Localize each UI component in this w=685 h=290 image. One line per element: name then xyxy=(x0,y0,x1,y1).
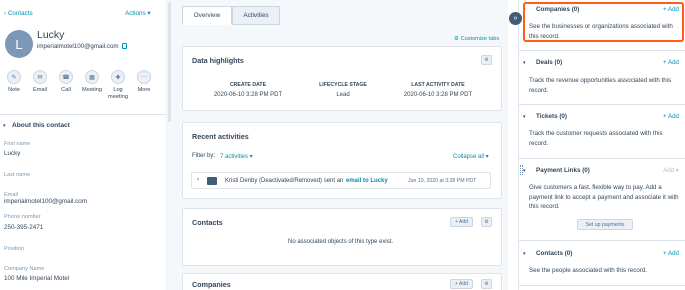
phone-field[interactable]: 250-395-2471 xyxy=(4,224,43,231)
tab-activities[interactable]: Activities xyxy=(232,6,280,25)
chevron-down-icon[interactable]: ▾ xyxy=(523,168,526,174)
filter-activities-dropdown[interactable]: 7 activities ▾ xyxy=(220,153,253,160)
data-highlights-card: Data highlights ⚙ CREATE DATE 2020-06-10… xyxy=(182,46,502,111)
lifecycle-stage-value[interactable]: Lead xyxy=(298,92,388,98)
card-title: Data highlights xyxy=(192,56,244,65)
tab-overview[interactable]: Overview xyxy=(182,6,232,25)
main-content: Overview Activities ⚙ Customize tabs Dat… xyxy=(172,0,508,290)
avatar-initial: L xyxy=(15,36,23,52)
back-to-contacts-link[interactable]: ‹ Contacts xyxy=(4,10,33,17)
gear-icon[interactable]: ⚙ xyxy=(481,217,492,227)
activity-email-link[interactable]: email to Lucky xyxy=(346,178,388,184)
quick-action-label: Log meeting xyxy=(108,87,128,100)
highlight-value: 2020-06-10 3:28 PM PDT xyxy=(403,92,473,98)
quick-action-label: More xyxy=(137,87,151,93)
more-icon: ··· xyxy=(137,70,151,84)
quick-action-label: Call xyxy=(61,87,71,93)
divider xyxy=(0,114,166,115)
field-label: Last name xyxy=(4,172,31,178)
actions-dropdown[interactable]: Actions ▾ xyxy=(125,10,151,17)
tab-label: Activities xyxy=(243,12,269,19)
quick-action-more[interactable]: ··· More xyxy=(131,70,157,94)
highlight-label: CREATE DATE xyxy=(229,82,267,88)
add-company-button[interactable]: + Add xyxy=(450,279,473,289)
email-field[interactable]: imperialmotel100@gmail.com xyxy=(4,198,87,205)
expand-sidebar-icon[interactable]: » xyxy=(509,12,522,25)
highlight-value: 2020-06-10 3:28 PM PDT xyxy=(213,92,283,98)
highlight-annotation xyxy=(523,2,684,42)
highlight-label: LAST ACTIVITY DATE xyxy=(411,82,465,88)
activity-description: Kristi Denby (Deactivated/Removed) sent … xyxy=(225,178,344,184)
add-contact-link[interactable]: + Add xyxy=(663,250,679,257)
log-icon: ✚ xyxy=(111,70,125,84)
customize-tabs-link[interactable]: ⚙ Customize tabs xyxy=(454,36,499,42)
section-description: See the people associated with this reco… xyxy=(529,267,647,274)
quick-action-label: Meeting xyxy=(82,87,102,93)
tickets-section-title[interactable]: Tickets (0) xyxy=(536,113,567,120)
contacts-card: Contacts + Add ⚙ No associated objects o… xyxy=(182,208,502,266)
tab-label: Overview xyxy=(193,12,221,19)
first-name-field[interactable]: Lucky xyxy=(4,150,20,157)
field-label: Position xyxy=(4,246,24,252)
divider xyxy=(519,285,685,286)
collapse-all-button[interactable]: Collapse all ▾ xyxy=(453,153,489,160)
activity-item[interactable]: › Kristi Denby (Deactivated/Removed) sen… xyxy=(191,172,491,189)
contact-sidebar: ‹ Contacts Actions ▾ L Lucky imperialmot… xyxy=(0,0,166,290)
add-payment-link-dropdown[interactable]: Add ▾ xyxy=(663,167,679,174)
avatar[interactable]: L xyxy=(5,30,33,58)
drag-handle-icon[interactable] xyxy=(520,165,523,175)
empty-state-text: No associated objects of this type exist… xyxy=(288,239,394,245)
card-title: Contacts xyxy=(192,218,223,227)
quick-action-label: Note xyxy=(8,87,20,93)
companies-card: Companies + Add ⚙ xyxy=(182,273,502,290)
chevron-right-icon[interactable]: › xyxy=(197,177,199,183)
chevron-down-icon[interactable]: ▾ xyxy=(523,60,526,66)
divider xyxy=(519,50,685,51)
filter-label: Filter by: xyxy=(192,153,216,159)
chevron-down-icon[interactable]: ▾ xyxy=(523,251,526,257)
chevron-down-icon[interactable]: ▾ xyxy=(523,114,526,120)
field-label: Phone number xyxy=(4,214,41,220)
calendar-icon: ▦ xyxy=(85,70,99,84)
card-title: Recent activities xyxy=(192,132,249,141)
add-ticket-link[interactable]: + Add xyxy=(663,113,679,120)
gear-icon[interactable]: ⚙ xyxy=(481,279,492,289)
set-up-payments-button[interactable]: Set up payments xyxy=(577,219,633,230)
quick-action-email[interactable]: ✉ Email xyxy=(27,70,53,94)
quick-action-note[interactable]: ✎ Note xyxy=(1,70,27,94)
note-icon: ✎ xyxy=(7,70,21,84)
email-icon xyxy=(207,177,217,185)
divider xyxy=(519,240,685,241)
about-section-title[interactable]: About this contact xyxy=(12,122,70,129)
card-title: Companies xyxy=(192,280,231,289)
quick-action-log-meeting[interactable]: ✚ Log meeting xyxy=(105,70,131,101)
chevron-down-icon[interactable]: ▾ xyxy=(3,123,6,129)
deals-section-title[interactable]: Deals (0) xyxy=(536,59,562,66)
add-deal-link[interactable]: + Add xyxy=(663,59,679,66)
email-icon: ✉ xyxy=(33,70,47,84)
contact-email: imperialmotel100@gmail.com xyxy=(37,43,119,50)
field-label: Company Name xyxy=(4,266,45,272)
highlight-label: LIFECYCLE STAGE xyxy=(319,82,367,88)
section-description: Track the customer requests associated w… xyxy=(529,130,663,147)
divider xyxy=(519,158,685,159)
payment-links-section-title[interactable]: Payment Links (0) xyxy=(536,167,590,174)
add-contact-button[interactable]: + Add xyxy=(450,217,473,227)
section-description: Give customers a fast, flexible way to p… xyxy=(529,184,679,211)
quick-action-label: Email xyxy=(33,87,47,93)
activity-timestamp: Jun 10, 2020 at 3:28 PM PDT xyxy=(408,178,477,184)
quick-action-call[interactable]: ☎ Call xyxy=(53,70,79,94)
copy-icon[interactable] xyxy=(122,43,127,49)
gear-icon[interactable]: ⚙ xyxy=(481,55,492,65)
scrollbar-thumb[interactable] xyxy=(168,2,171,122)
call-icon: ☎ xyxy=(59,70,73,84)
divider xyxy=(519,104,685,105)
field-label: First name xyxy=(4,141,31,147)
company-name-field[interactable]: 100 Mile Imperial Motel xyxy=(4,275,69,282)
quick-action-meeting[interactable]: ▦ Meeting xyxy=(79,70,105,94)
section-description: Track the revenue opportunities associat… xyxy=(529,77,672,94)
contacts-section-title[interactable]: Contacts (0) xyxy=(536,250,572,257)
association-sidebar: ▾ Companies (0) + Add See the businesses… xyxy=(518,0,685,290)
contact-name: Lucky xyxy=(37,29,65,41)
